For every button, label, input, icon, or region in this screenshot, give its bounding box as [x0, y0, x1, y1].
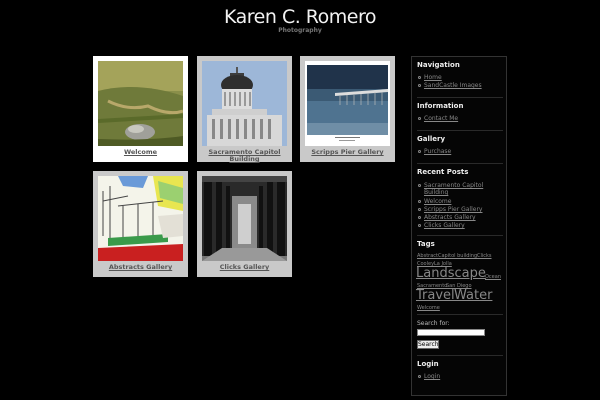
sidebar-link-purchase[interactable]: Purchase — [424, 148, 451, 155]
sidebar-link-sandcastle-images[interactable]: SandCastle Images — [424, 82, 482, 89]
gallery-caption[interactable]: Scripps Pier Gallery — [300, 149, 395, 156]
recent-post-link[interactable]: Sacramento Capitol Building — [424, 182, 494, 196]
search-button[interactable]: Search — [417, 340, 439, 349]
gallery-caption[interactable]: Clicks Gallery — [197, 264, 292, 271]
bullet-icon — [418, 375, 421, 378]
welcome-photo[interactable] — [98, 61, 183, 146]
sidebar-divider — [417, 314, 503, 315]
bullet-icon — [418, 150, 421, 153]
sidebar-divider — [417, 355, 503, 356]
tag-link[interactable]: Water — [454, 288, 492, 303]
bullet-icon — [418, 184, 421, 187]
gallery-item-clicks[interactable]: Clicks Gallery — [197, 171, 292, 277]
sidebar-heading-gallery: Gallery — [417, 135, 446, 143]
tag-link[interactable]: Ocean — [485, 274, 501, 280]
tag-link[interactable]: Clicks — [477, 253, 492, 259]
recent-post-link[interactable]: Scripps Pier Gallery — [424, 206, 482, 213]
sidebar-divider — [417, 235, 503, 236]
sidebar-divider — [417, 163, 503, 164]
sidebar-divider — [417, 130, 503, 131]
site-title[interactable]: Karen C. Romero — [0, 6, 600, 28]
search-input[interactable] — [417, 329, 485, 336]
site-tagline: Photography — [278, 27, 322, 34]
tag-link[interactable]: Capitol building — [438, 253, 477, 259]
gallery-item-scripps-pier[interactable]: Scripps Pier Gallery — [300, 56, 395, 162]
gallery-caption[interactable]: Sacramento Capitol Building — [197, 149, 292, 163]
sidebar: Navigation Home SandCastle Images Inform… — [411, 56, 507, 396]
bullet-icon — [418, 216, 421, 219]
sidebar-link-home[interactable]: Home — [424, 74, 442, 81]
sidebar-heading-navigation: Navigation — [417, 61, 460, 69]
gallery-item-sacramento-capitol[interactable]: Sacramento Capitol Building — [197, 56, 292, 163]
gallery-item-welcome[interactable]: Welcome — [93, 56, 188, 162]
abstracts-photo[interactable] — [98, 176, 183, 261]
bullet-icon — [418, 76, 421, 79]
bullet-icon — [418, 224, 421, 227]
bullet-icon — [418, 84, 421, 87]
bullet-icon — [418, 200, 421, 203]
recent-post-link[interactable]: Abstracts Gallery — [424, 214, 476, 221]
sidebar-link-login[interactable]: Login — [424, 373, 440, 380]
clicks-photo[interactable] — [202, 176, 287, 261]
capitol-photo[interactable] — [202, 61, 287, 146]
bullet-icon — [418, 208, 421, 211]
gallery-caption[interactable]: Abstracts Gallery — [93, 264, 188, 271]
gallery-caption[interactable]: Welcome — [93, 149, 188, 156]
sidebar-heading-login: Login — [417, 360, 439, 368]
tag-link[interactable]: Abstract — [417, 253, 438, 259]
search-label: Search for: — [417, 320, 450, 327]
sidebar-divider — [417, 97, 503, 98]
tag-link[interactable]: Welcome — [417, 305, 440, 311]
recent-post-link[interactable]: Clicks Gallery — [424, 222, 465, 229]
recent-post-link[interactable]: Welcome — [424, 198, 451, 205]
bullet-icon — [418, 117, 421, 120]
sidebar-heading-information: Information — [417, 102, 464, 110]
gallery-item-abstracts[interactable]: Abstracts Gallery — [93, 171, 188, 277]
sidebar-link-contact-me[interactable]: Contact Me — [424, 115, 458, 122]
tag-link[interactable]: Landscape — [416, 266, 486, 281]
tag-link[interactable]: Travel — [416, 288, 455, 303]
scripps-pier-photo[interactable] — [305, 61, 390, 146]
sidebar-heading-recent-posts: Recent Posts — [417, 168, 469, 176]
sidebar-heading-tags: Tags — [417, 240, 435, 248]
